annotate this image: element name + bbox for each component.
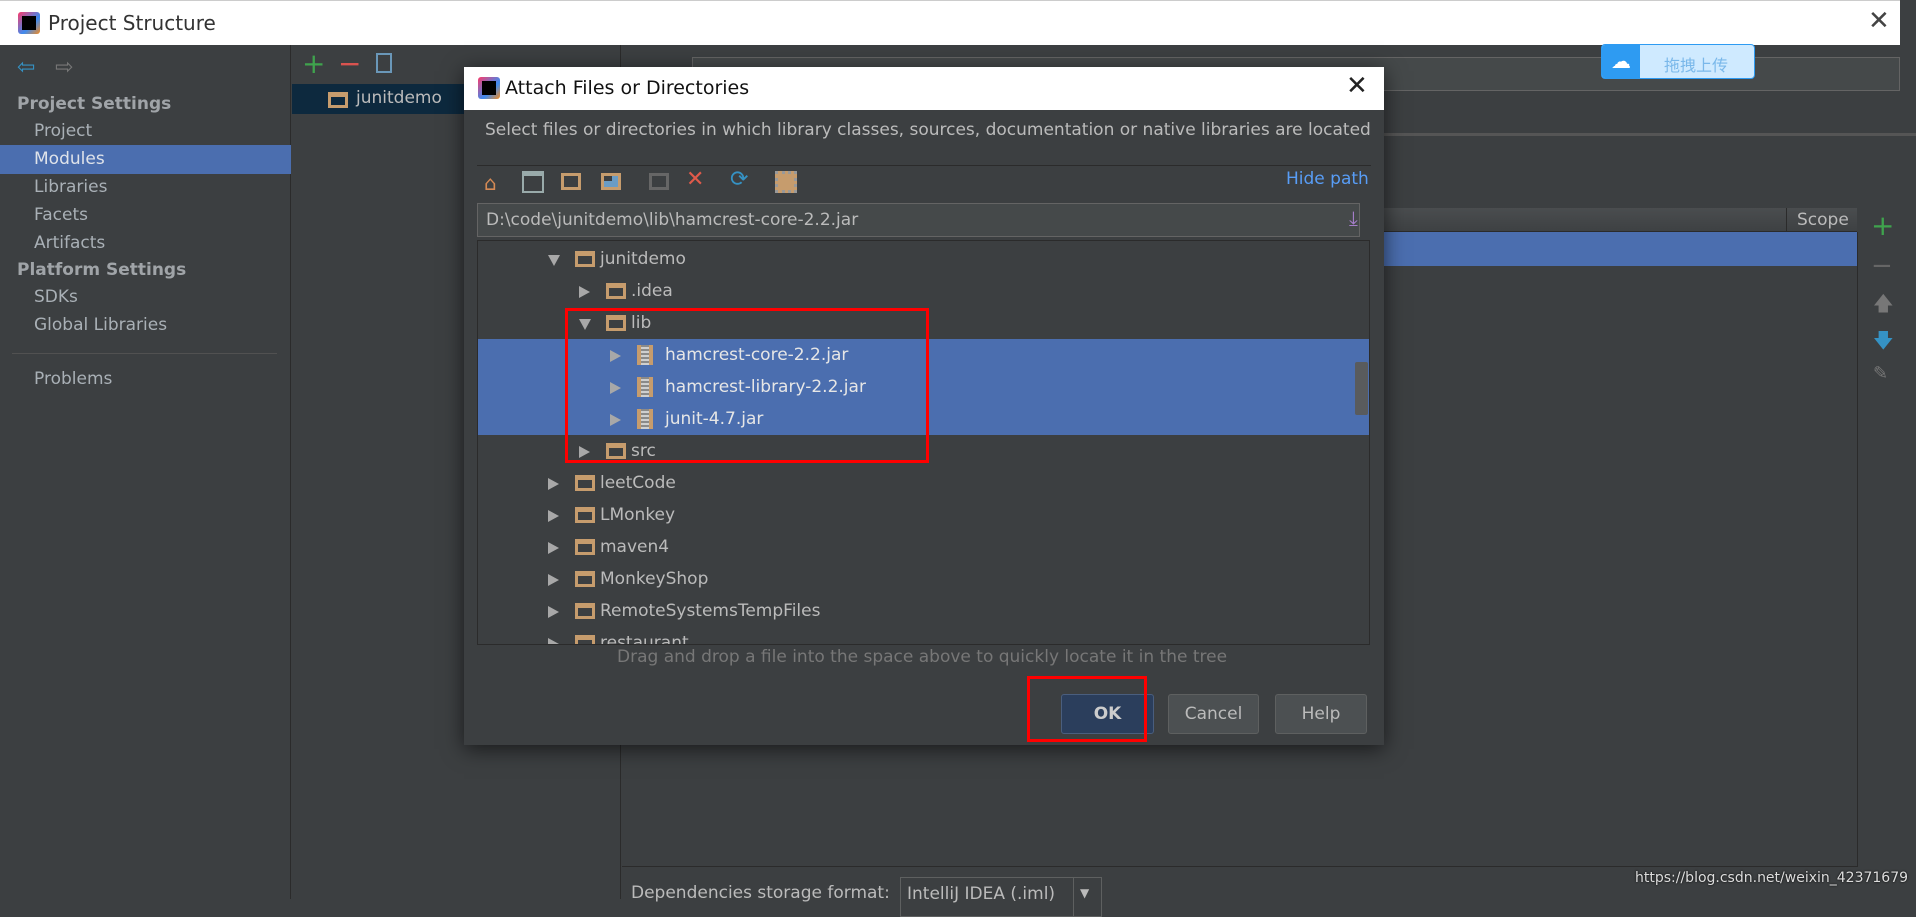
baidu-upload-label: 拖拽上传 — [1664, 56, 1729, 75]
home-icon[interactable]: ⌂ — [484, 171, 497, 195]
storage-format-label: Dependencies storage format: — [631, 883, 890, 903]
sidebar-item-libraries[interactable]: Libraries — [0, 173, 291, 202]
delete-icon[interactable]: ✕ — [686, 167, 704, 192]
folder-icon — [575, 251, 595, 267]
hide-path-link[interactable]: Hide path — [1286, 169, 1369, 189]
window-titlebar: Project Structure ✕ — [0, 0, 1900, 45]
cancel-button[interactable]: Cancel — [1168, 694, 1259, 734]
back-icon[interactable]: ⇦ — [17, 55, 35, 80]
module-folder-icon — [328, 92, 348, 108]
new-folder-icon[interactable] — [649, 173, 669, 190]
dialog-description: Select files or directories in which lib… — [485, 120, 1371, 140]
add-icon[interactable]: + — [302, 47, 325, 80]
tree-row-label: restaurant — [600, 633, 689, 645]
sidebar-item-facets[interactable]: Facets — [0, 201, 291, 230]
folder-icon — [575, 635, 595, 644]
tree-row[interactable]: RemoteSystemsTempFiles — [478, 595, 1369, 627]
collapsed-arrow-icon[interactable] — [548, 638, 559, 644]
dialog-close-icon[interactable]: ✕ — [1346, 71, 1368, 101]
baidu-cloud-icon: ☁ — [1602, 45, 1640, 78]
forward-icon[interactable]: ⇨ — [55, 55, 73, 80]
tree-row[interactable]: .idea — [478, 275, 1369, 307]
folder-icon — [575, 475, 595, 491]
tree-row[interactable]: MonkeyShop — [478, 563, 1369, 595]
refresh-icon[interactable]: ⟳ — [730, 167, 748, 192]
watermark: https://blog.csdn.net/weixin_42371679 — [1635, 870, 1909, 886]
sidebar-item-sdks[interactable]: SDKs — [0, 283, 291, 312]
collapsed-arrow-icon[interactable] — [548, 606, 559, 618]
dialog-title: Attach Files or Directories — [505, 77, 750, 99]
tree-row-label: leetCode — [600, 473, 676, 493]
path-history-icon[interactable]: ⤓ — [1349, 206, 1358, 230]
add-dependency-icon[interactable]: + — [1871, 209, 1894, 242]
storage-format-value: IntelliJ IDEA (.iml) — [907, 884, 1056, 904]
highlight-ok-box — [1027, 676, 1147, 742]
settings-sidebar: ⇦ ⇨ Project Settings Project Modules Lib… — [0, 45, 291, 899]
intellij-logo-icon — [18, 12, 40, 34]
sidebar-item-artifacts[interactable]: Artifacts — [0, 229, 291, 258]
desktop-icon[interactable] — [522, 171, 544, 193]
tree-row-label: MonkeyShop — [600, 569, 709, 589]
storage-format-select[interactable]: IntelliJ IDEA (.iml) ▼ — [900, 877, 1102, 917]
baidu-upload-button[interactable]: ☁ 拖拽上传 — [1601, 44, 1755, 79]
platform-settings-heading: Platform Settings — [17, 260, 187, 280]
copy-icon[interactable] — [376, 53, 392, 73]
move-down-icon[interactable]: 🡇 — [1873, 326, 1894, 360]
sidebar-item-modules[interactable]: Modules — [0, 145, 291, 174]
tree-row[interactable]: junitdemo — [478, 243, 1369, 275]
sidebar-item-global-libraries[interactable]: Global Libraries — [0, 311, 291, 340]
tree-row[interactable]: maven4 — [478, 531, 1369, 563]
collapsed-arrow-icon[interactable] — [548, 510, 559, 522]
folder-icon — [606, 283, 626, 299]
help-button[interactable]: Help — [1275, 694, 1367, 734]
divider — [12, 353, 277, 354]
dialog-titlebar: Attach Files or Directories ✕ — [464, 67, 1384, 110]
highlight-lib-box — [565, 308, 929, 463]
tree-row[interactable]: restaurant — [478, 627, 1369, 645]
remove-dependency-icon[interactable]: − — [1871, 251, 1893, 281]
remove-icon[interactable]: − — [338, 47, 361, 80]
divider — [477, 165, 1371, 166]
scope-column-header[interactable]: Scope — [1786, 208, 1849, 232]
attach-files-dialog: Attach Files or Directories ✕ Select fil… — [464, 67, 1384, 745]
move-up-icon[interactable]: 🡅 — [1873, 289, 1894, 323]
tree-row[interactable]: LMonkey — [478, 499, 1369, 531]
sidebar-item-problems[interactable]: Problems — [0, 365, 291, 394]
edit-icon[interactable]: ✎ — [1873, 363, 1888, 384]
drag-hint: Drag and drop a file into the space abov… — [617, 647, 1228, 667]
intellij-logo-icon — [478, 77, 500, 99]
collapsed-arrow-icon[interactable] — [548, 478, 559, 490]
project-settings-heading: Project Settings — [17, 94, 172, 114]
tree-row-label: LMonkey — [600, 505, 676, 525]
project-folder-icon[interactable] — [561, 173, 581, 190]
module-label: junitdemo — [356, 88, 442, 108]
tree-row-label: RemoteSystemsTempFiles — [600, 601, 821, 621]
close-window-icon[interactable]: ✕ — [1868, 6, 1890, 36]
tree-scrollbar[interactable] — [1355, 362, 1368, 415]
collapsed-arrow-icon[interactable] — [548, 542, 559, 554]
module-folder-icon[interactable] — [601, 173, 621, 190]
tree-row-label: junitdemo — [600, 249, 686, 269]
tree-row-label: maven4 — [600, 537, 670, 557]
window-title: Project Structure — [48, 11, 216, 35]
folder-icon — [575, 507, 595, 523]
folder-icon — [575, 571, 595, 587]
folder-icon — [575, 539, 595, 555]
show-hidden-icon[interactable] — [775, 171, 797, 193]
chevron-down-icon: ▼ — [1073, 878, 1095, 916]
expanded-arrow-icon[interactable] — [548, 255, 560, 266]
sidebar-item-project[interactable]: Project — [0, 117, 291, 146]
collapsed-arrow-icon[interactable] — [579, 286, 590, 298]
tree-row[interactable]: leetCode — [478, 467, 1369, 499]
tree-row-label: .idea — [631, 281, 673, 301]
path-input[interactable]: D:\code\junitdemo\lib\hamcrest-core-2.2.… — [477, 203, 1360, 237]
collapsed-arrow-icon[interactable] — [548, 574, 559, 586]
folder-icon — [575, 603, 595, 619]
